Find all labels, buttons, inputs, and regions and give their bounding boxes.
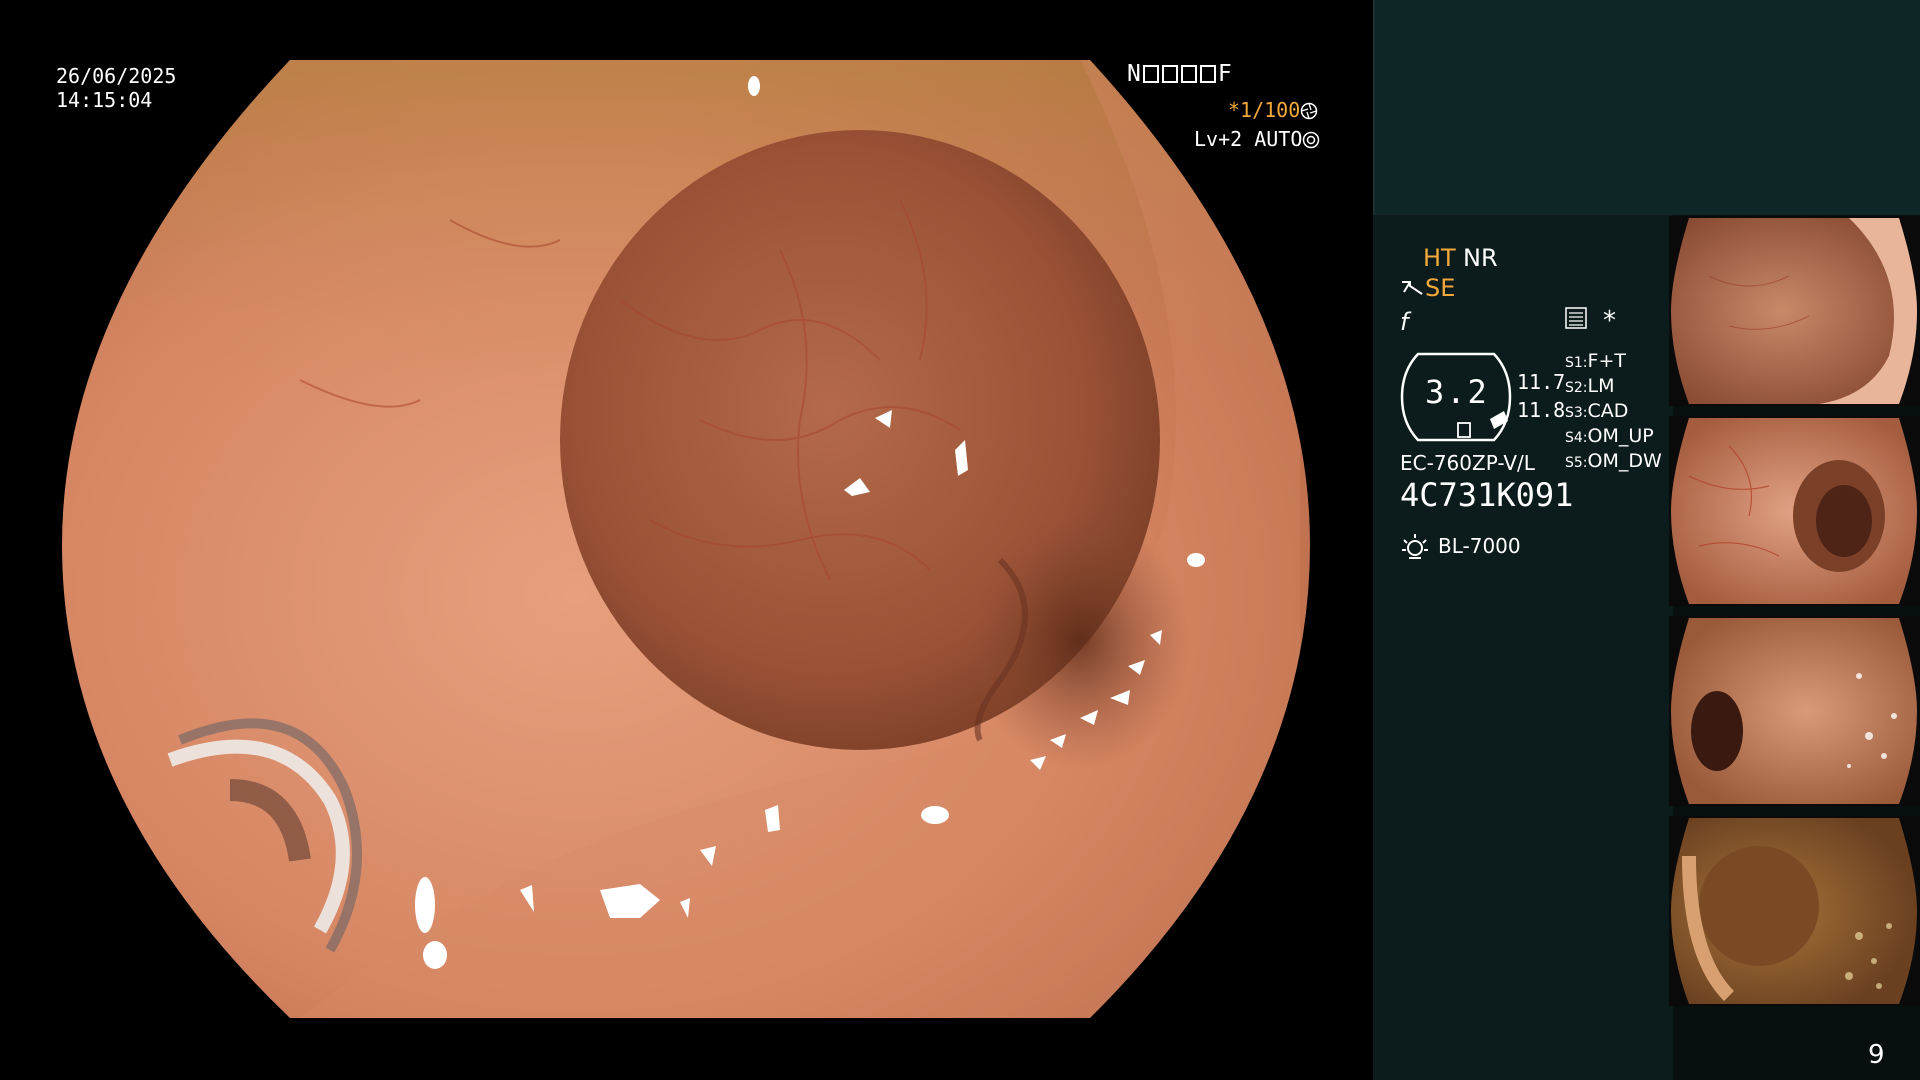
zoom-reading-1: 11.7: [1517, 370, 1566, 394]
light-source: BL-7000: [1438, 534, 1521, 558]
endoscopic-image: [62, 60, 1310, 1018]
stylus-icon: [1402, 281, 1423, 295]
settings-list-icon: [1565, 307, 1587, 329]
thumbnail-image: [1671, 418, 1917, 604]
thumbnail-image: [1671, 818, 1917, 1004]
page-number: 9: [1868, 1040, 1885, 1070]
scope-switch-list: S1:F+T S2:LM S3:CAD S4:OM_UP S5:OM_DW: [1565, 350, 1662, 475]
panel-info-area: [1373, 215, 1673, 1080]
asterisk-indicator: *: [1603, 306, 1616, 336]
thumbnail-3[interactable]: [1669, 616, 1920, 806]
exam-time: 14:15:04: [56, 88, 153, 112]
thumbnail-image: [1671, 218, 1917, 404]
zoom-reading-2: 11.8: [1517, 398, 1566, 422]
switch-row: S5:OM_DW: [1565, 450, 1662, 472]
switch-row: S1:F+T: [1565, 350, 1626, 372]
patient-code: NF: [1127, 62, 1233, 86]
switch-row: S3:CAD: [1565, 400, 1629, 422]
se-indicator: SE: [1425, 274, 1456, 302]
thumbnail-2[interactable]: [1669, 416, 1920, 606]
switch-row: S2:LM: [1565, 375, 1615, 397]
level-value: Lv+2 AUTO: [1194, 127, 1303, 151]
zoom-value: 3.2: [1425, 373, 1489, 411]
thumbnail-4[interactable]: [1669, 816, 1920, 1006]
scope-model: EC-760ZP-V/L: [1400, 451, 1535, 475]
shutter-value: *1/100: [1228, 98, 1301, 122]
switch-row: S4:OM_UP: [1565, 425, 1654, 447]
lamp-icon: [1402, 534, 1428, 559]
brightness-level: Lv+2 AUTO: [1194, 127, 1320, 151]
thumbnail-1[interactable]: [1669, 216, 1920, 406]
ht-indicator: HT: [1423, 244, 1456, 272]
nr-indicator: NR: [1463, 244, 1498, 272]
shutter-speed: *1/100: [1228, 98, 1318, 122]
code-prefix: N: [1127, 61, 1142, 87]
iris-icon: [1303, 131, 1320, 149]
thumbnail-image: [1671, 618, 1917, 804]
f-function-icon: f: [1400, 308, 1409, 336]
exam-date: 26/06/2025: [56, 64, 177, 88]
code-suffix: F: [1217, 61, 1233, 87]
scope-serial: 4C731K091: [1400, 476, 1574, 514]
panel-header-area: [1373, 0, 1920, 215]
aperture-icon: [1301, 102, 1318, 120]
endoscope-view: 26/06/2025 14:15:04 NF *1/100 Lv+2 AUTO: [0, 0, 1373, 1080]
